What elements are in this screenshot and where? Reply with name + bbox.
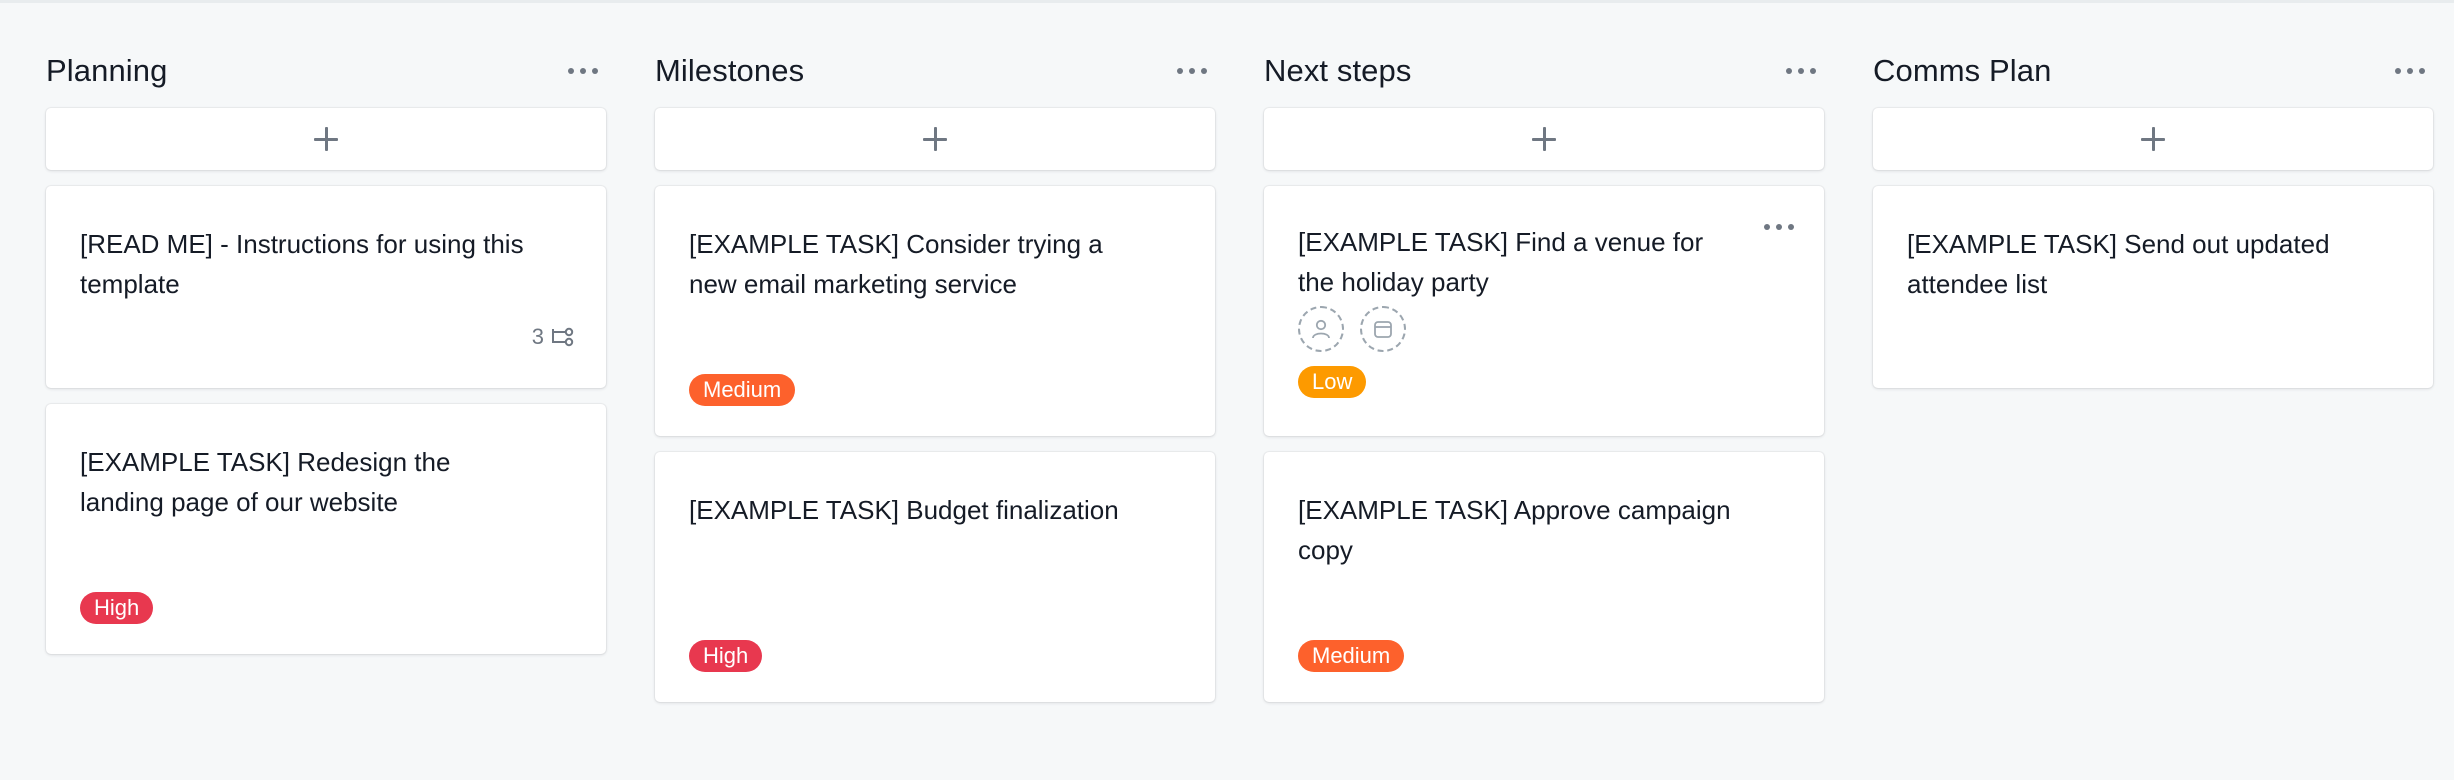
task-card[interactable]: [EXAMPLE TASK] Approve campaign copy Med… <box>1264 452 1824 702</box>
task-card[interactable]: [READ ME] - Instructions for using this … <box>46 186 606 388</box>
priority-tag: Medium <box>689 374 796 406</box>
priority-tag: Low <box>1298 366 1367 398</box>
add-task-button[interactable] <box>655 108 1215 170</box>
column-title: Planning <box>46 53 168 88</box>
column-more-icon[interactable] <box>1778 56 1824 86</box>
task-card[interactable]: [EXAMPLE TASK] Budget finalization High <box>655 452 1215 702</box>
plus-icon <box>923 127 947 151</box>
column-next-steps: Next steps [EXAMPLE TASK] Find a venue f… <box>1264 50 1824 718</box>
subtask-count: 3 <box>532 324 576 350</box>
board: Planning [READ ME] - Instructions for us… <box>46 50 2433 718</box>
task-card[interactable]: [EXAMPLE TASK] Redesign the landing page… <box>46 404 606 654</box>
plus-icon <box>314 127 338 151</box>
task-card[interactable]: [EXAMPLE TASK] Find a venue for the holi… <box>1264 186 1824 436</box>
plus-icon <box>2141 127 2165 151</box>
task-title: [READ ME] - Instructions for using this … <box>80 229 524 299</box>
column-title: Next steps <box>1264 53 1412 88</box>
task-card[interactable]: [EXAMPLE TASK] Send out updated attendee… <box>1873 186 2433 388</box>
column-title: Milestones <box>655 53 805 88</box>
task-title: [EXAMPLE TASK] Budget finalization <box>689 495 1119 525</box>
priority-tag: High <box>689 640 763 672</box>
column-more-icon[interactable] <box>2387 56 2433 86</box>
task-title: [EXAMPLE TASK] Consider trying a new ema… <box>689 229 1103 299</box>
subtask-count-value: 3 <box>531 324 544 349</box>
add-task-button[interactable] <box>1873 108 2433 170</box>
add-task-button[interactable] <box>46 108 606 170</box>
priority-tag: High <box>80 592 154 624</box>
column-header: Next steps <box>1264 50 1824 92</box>
column-header: Milestones <box>655 50 1215 92</box>
assignee-icon[interactable] <box>1298 306 1344 352</box>
task-title: [EXAMPLE TASK] Approve campaign copy <box>1298 495 1731 565</box>
column-header: Comms Plan <box>1873 50 2433 92</box>
top-divider <box>0 0 2454 3</box>
subtask-icon <box>552 327 574 347</box>
priority-tag: Medium <box>1298 640 1405 672</box>
column-title: Comms Plan <box>1873 53 2052 88</box>
card-more-icon[interactable] <box>1756 212 1802 242</box>
column-comms-plan: Comms Plan [EXAMPLE TASK] Send out updat… <box>1873 50 2433 718</box>
due-date-icon[interactable] <box>1360 306 1406 352</box>
card-actions <box>1298 306 1406 352</box>
column-planning: Planning [READ ME] - Instructions for us… <box>46 50 606 718</box>
task-title: [EXAMPLE TASK] Redesign the landing page… <box>80 447 451 517</box>
column-more-icon[interactable] <box>560 56 606 86</box>
column-header: Planning <box>46 50 606 92</box>
task-card[interactable]: [EXAMPLE TASK] Consider trying a new ema… <box>655 186 1215 436</box>
task-title: [EXAMPLE TASK] Find a venue for the holi… <box>1298 227 1704 297</box>
column-more-icon[interactable] <box>1169 56 1215 86</box>
plus-icon <box>1532 127 1556 151</box>
add-task-button[interactable] <box>1264 108 1824 170</box>
column-milestones: Milestones [EXAMPLE TASK] Consider tryin… <box>655 50 1215 718</box>
task-title: [EXAMPLE TASK] Send out updated attendee… <box>1907 229 2330 299</box>
